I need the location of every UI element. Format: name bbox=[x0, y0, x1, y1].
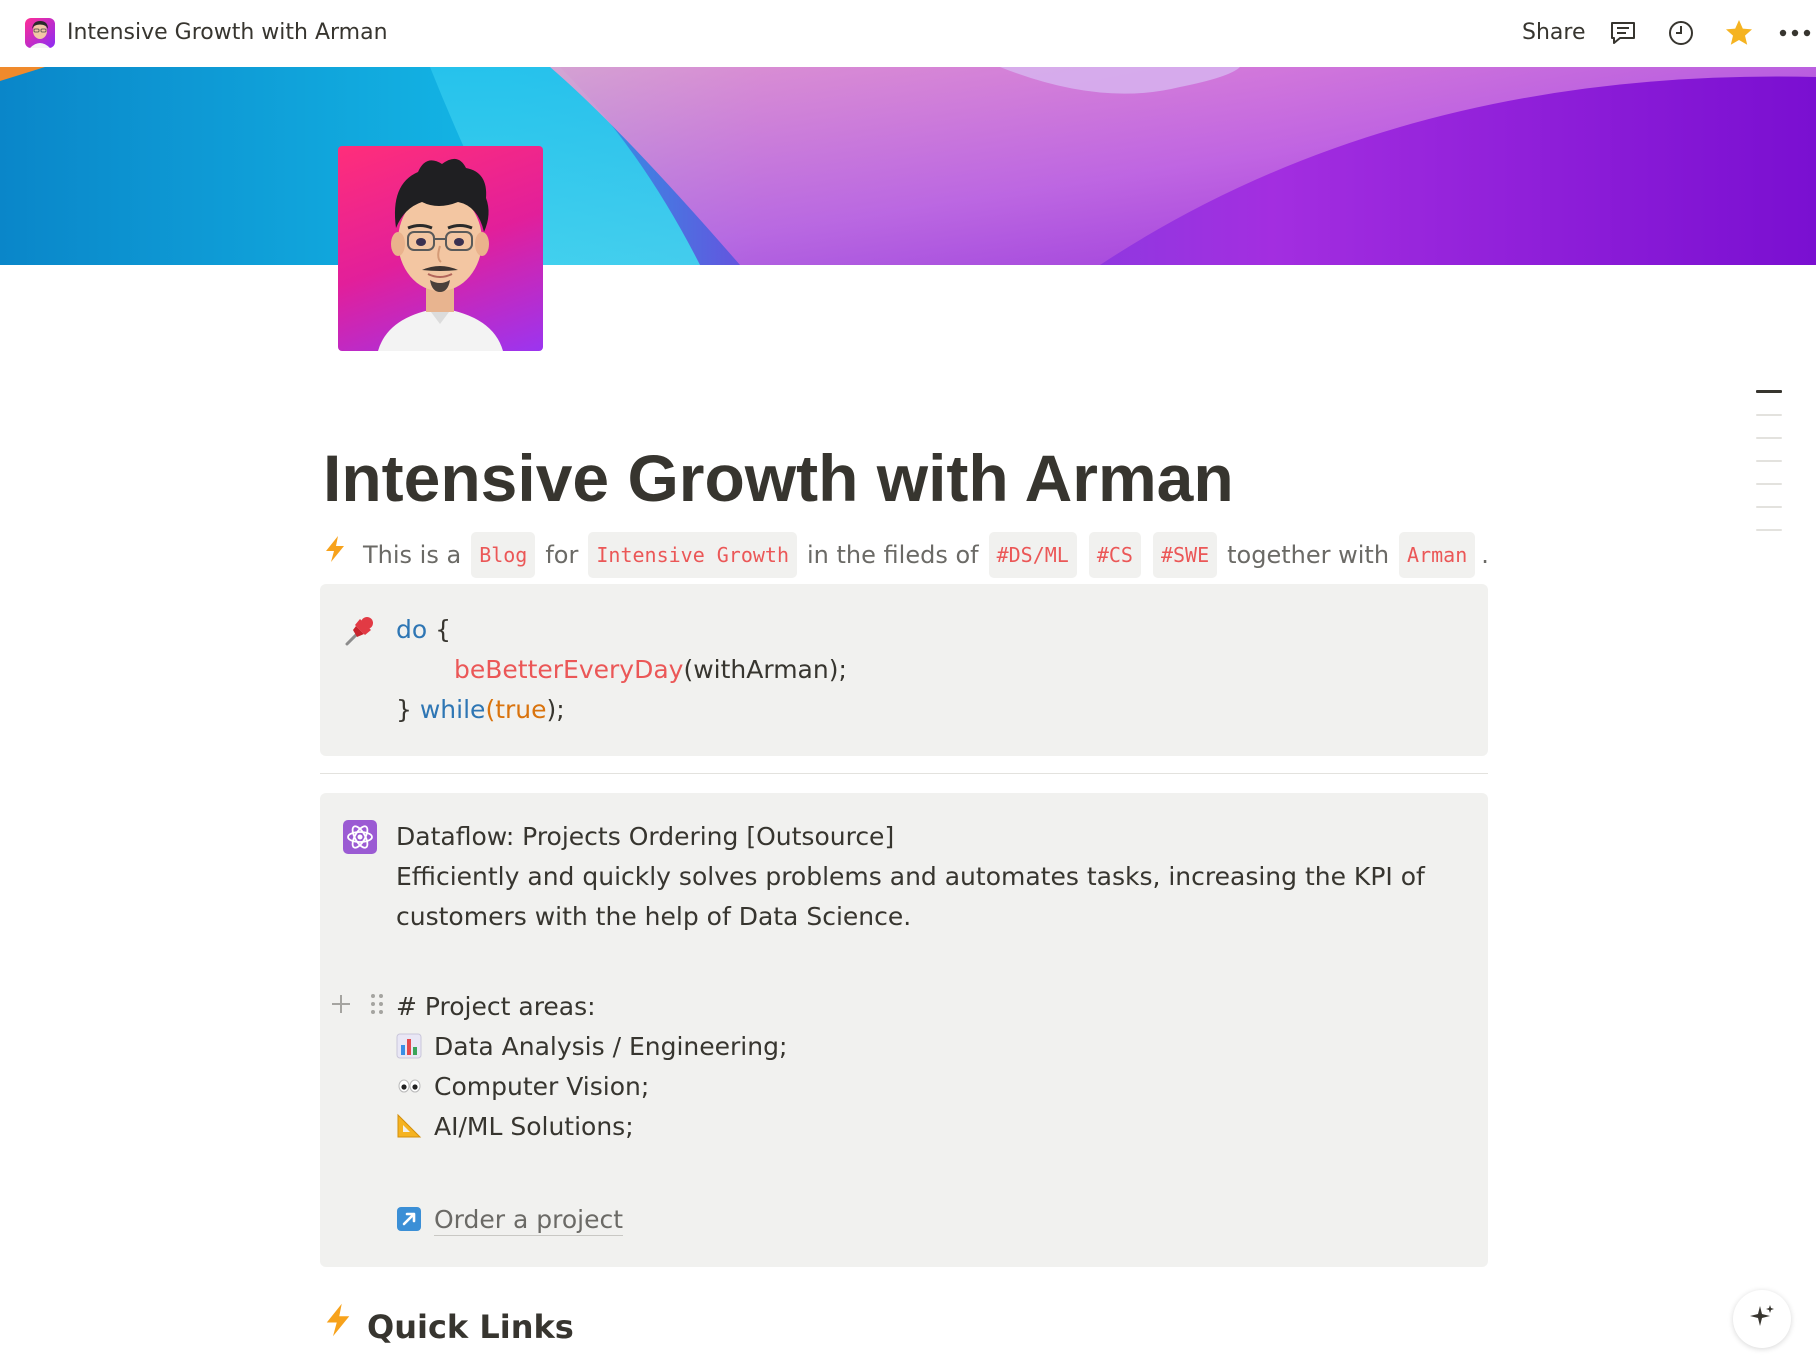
toc-marker[interactable] bbox=[1756, 506, 1782, 508]
intro-text: for bbox=[545, 541, 579, 569]
literal-true: true bbox=[495, 695, 547, 724]
page-title[interactable]: Intensive Growth with Arman bbox=[323, 432, 1234, 524]
toc-marker[interactable] bbox=[1756, 414, 1782, 416]
callout-description-line: customers with the help of Data Science. bbox=[396, 902, 912, 931]
favorite-star-icon[interactable] bbox=[1721, 15, 1757, 51]
inline-code-blog: Blog bbox=[471, 532, 536, 578]
ai-assistant-button[interactable] bbox=[1733, 1290, 1791, 1348]
callout-title: Dataflow: Projects Ordering [Outsource] bbox=[396, 822, 895, 851]
code-text: } bbox=[396, 695, 420, 724]
project-area-item: Computer Vision; bbox=[396, 1067, 649, 1107]
page-avatar-icon[interactable] bbox=[25, 18, 55, 48]
code-line-3: } while(true); bbox=[396, 690, 565, 730]
function-name: beBetterEveryDay bbox=[454, 655, 684, 684]
inline-code-dsml: #DS/ML bbox=[988, 532, 1077, 578]
keyword-while: while bbox=[419, 695, 486, 724]
code-text: (withArman); bbox=[683, 655, 847, 684]
code-text: ); bbox=[546, 695, 565, 724]
share-button[interactable]: Share bbox=[1522, 18, 1586, 48]
callout-description-line: Efficiently and quickly solves problems … bbox=[396, 862, 1425, 891]
project-area-label: Computer Vision; bbox=[434, 1072, 650, 1101]
intro-text-period: . bbox=[1481, 541, 1489, 569]
drag-handle-icon[interactable] bbox=[362, 989, 392, 1019]
intro-text: in the fileds of bbox=[807, 541, 979, 569]
code-text: ( bbox=[485, 695, 496, 724]
add-block-plus-icon[interactable] bbox=[326, 989, 356, 1019]
quick-links-heading[interactable]: Quick Links bbox=[323, 1302, 574, 1352]
order-project-link-text[interactable]: Order a project bbox=[434, 1205, 624, 1236]
eyes-icon bbox=[396, 1071, 422, 1097]
divider bbox=[320, 773, 1488, 774]
comments-icon[interactable] bbox=[1605, 15, 1641, 51]
order-project-link[interactable]: Order a project bbox=[396, 1200, 624, 1240]
code-line-2: beBetterEveryDay(withArman); bbox=[454, 650, 847, 690]
toc-marker[interactable] bbox=[1756, 460, 1782, 462]
page-avatar-image[interactable] bbox=[338, 146, 543, 351]
lightning-bolt-icon bbox=[323, 535, 347, 575]
project-area-label: Data Analysis / Engineering; bbox=[434, 1032, 788, 1061]
atom-icon[interactable] bbox=[342, 819, 378, 855]
keyword-do: do bbox=[396, 615, 428, 644]
dataflow-callout[interactable]: Dataflow: Projects Ordering [Outsource] … bbox=[320, 793, 1488, 1267]
inline-code-swe: #SWE bbox=[1152, 532, 1218, 578]
breadcrumb-page-title[interactable]: Intensive Growth with Arman bbox=[67, 18, 388, 48]
motto-callout[interactable]: do { beBetterEveryDay(withArman); } whil… bbox=[320, 584, 1488, 756]
table-of-contents-outline[interactable] bbox=[1756, 390, 1782, 552]
toc-marker[interactable] bbox=[1756, 437, 1782, 439]
toc-marker[interactable] bbox=[1756, 529, 1782, 531]
project-area-item: AI/ML Solutions; bbox=[396, 1107, 634, 1147]
intro-text: This is a bbox=[363, 541, 462, 569]
sparkle-icon bbox=[1748, 1303, 1776, 1335]
lightning-bolt-icon bbox=[323, 1302, 353, 1352]
toc-marker[interactable] bbox=[1756, 483, 1782, 485]
bar-chart-icon bbox=[396, 1031, 422, 1059]
quick-links-heading-text: Quick Links bbox=[367, 1308, 574, 1346]
triangular-ruler-icon bbox=[396, 1111, 422, 1138]
inline-code-intensive-growth: Intensive Growth bbox=[588, 532, 798, 578]
inline-code-arman: Arman bbox=[1399, 532, 1476, 578]
inline-code-cs: #CS bbox=[1088, 532, 1141, 578]
project-areas-heading: # Project areas: bbox=[396, 992, 596, 1021]
code-text: { bbox=[427, 615, 452, 644]
toc-marker[interactable] bbox=[1756, 390, 1782, 393]
code-line-1: do { bbox=[396, 610, 451, 650]
project-area-item: Data Analysis / Engineering; bbox=[396, 1027, 787, 1067]
cover-image bbox=[0, 67, 1816, 265]
intro-paragraph[interactable]: This is a Blog for Intensive Growth in t… bbox=[323, 532, 1489, 578]
more-options-icon[interactable] bbox=[1777, 15, 1813, 51]
block-controls bbox=[326, 989, 392, 1019]
project-area-label: AI/ML Solutions; bbox=[434, 1112, 634, 1141]
top-bar: Intensive Growth with Arman Share bbox=[0, 0, 1816, 67]
up-right-arrow-icon bbox=[396, 1204, 422, 1231]
history-clock-icon[interactable] bbox=[1663, 15, 1699, 51]
intro-text: together with bbox=[1227, 541, 1390, 569]
pushpin-icon[interactable] bbox=[342, 612, 378, 648]
